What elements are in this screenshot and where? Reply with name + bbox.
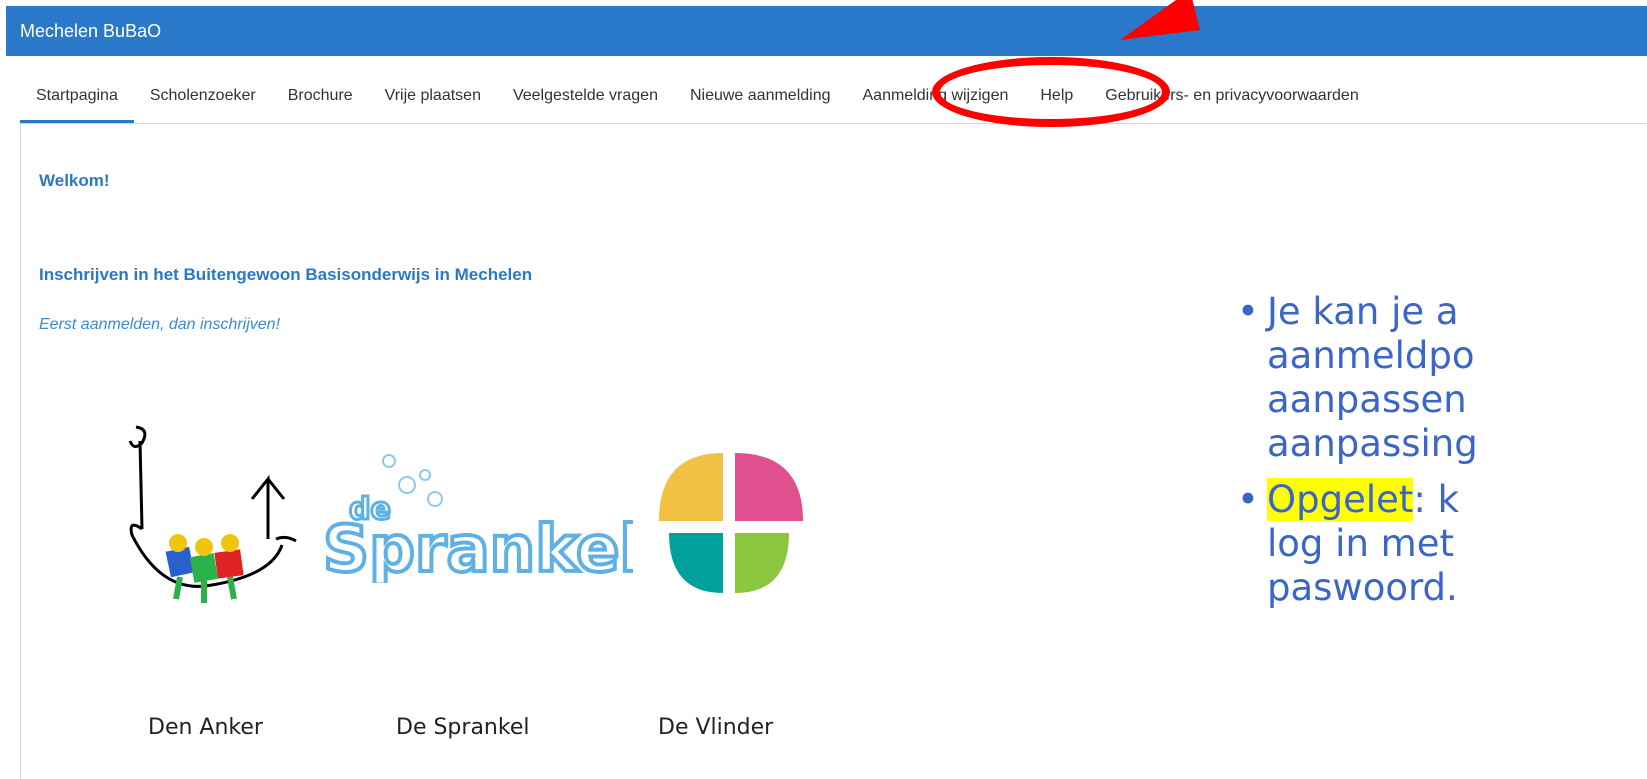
tab-veelgestelde-vragen[interactable]: Veelgestelde vragen xyxy=(497,57,674,123)
overlay-line-rest: : k xyxy=(1413,478,1460,521)
welcome-heading: Welkom! xyxy=(39,171,110,190)
bullet-dot-icon: • xyxy=(1237,478,1259,521)
overlay-bullet-2-text: Opgelet: k log in met paswoord. xyxy=(1267,478,1459,610)
app-title: Mechelen BuBaO xyxy=(20,20,162,41)
overlay-bullet-1-text: Je kan je a aanmeldpo aanpassen aanpassi… xyxy=(1267,290,1478,466)
overlay-line: Opgelet: k xyxy=(1267,478,1459,522)
de-sprankel-logo[interactable]: de Sprankel xyxy=(317,453,633,583)
school-name-den-anker[interactable]: Den Anker xyxy=(148,715,263,740)
school-name-de-vlinder[interactable]: De Vlinder xyxy=(658,715,773,740)
overlay-bullet-1: • Je kan je a aanmeldpo aanpassen aanpas… xyxy=(1237,290,1647,466)
main-nav: Startpagina Scholenzoeker Brochure Vrije… xyxy=(20,56,1647,124)
bullet-dot-icon: • xyxy=(1237,290,1259,333)
overlay-line: log in met xyxy=(1267,522,1454,565)
de-vlinder-logo[interactable] xyxy=(639,443,819,603)
tab-vrije-plaatsen[interactable]: Vrije plaatsen xyxy=(369,57,497,123)
instruction-overlay: • Je kan je a aanmeldpo aanpassen aanpas… xyxy=(1237,290,1647,622)
annotation-ellipse xyxy=(932,57,1170,127)
overlay-bullet-2: • Opgelet: k log in met paswoord. xyxy=(1237,478,1647,610)
screenshot-stage: Mechelen BuBaO Startpagina Scholenzoeker… xyxy=(0,0,1647,779)
annotation-arrow-icon xyxy=(1120,0,1200,40)
overlay-line: aanpassing xyxy=(1267,422,1478,465)
school-name-de-sprankel[interactable]: De Sprankel xyxy=(396,715,529,740)
app-header: Mechelen BuBaO xyxy=(6,6,1647,56)
page-headline: Inschrijven in het Buitengewoon Basisond… xyxy=(39,265,533,284)
overlay-line: aanmeldpo xyxy=(1267,334,1475,377)
page-subline: Eerst aanmelden, dan inschrijven! xyxy=(39,316,281,333)
overlay-line: Je kan je a xyxy=(1267,290,1459,333)
tab-scholenzoeker[interactable]: Scholenzoeker xyxy=(134,57,272,123)
sprankel-logo-word: Sprankel xyxy=(323,513,633,583)
highlighted-word: Opgelet xyxy=(1267,478,1414,521)
tab-brochure[interactable]: Brochure xyxy=(272,57,369,123)
den-anker-logo[interactable] xyxy=(118,419,298,623)
tab-nieuwe-aanmelding[interactable]: Nieuwe aanmelding xyxy=(674,57,847,123)
tab-startpagina[interactable]: Startpagina xyxy=(20,57,134,123)
overlay-line: aanpassen xyxy=(1267,378,1467,421)
overlay-line: paswoord. xyxy=(1267,566,1458,609)
